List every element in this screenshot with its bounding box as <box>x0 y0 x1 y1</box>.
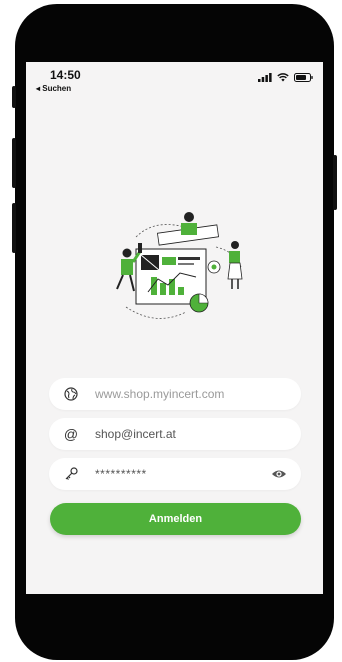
cellular-signal-icon <box>258 73 272 82</box>
eye-icon[interactable] <box>271 467 287 481</box>
email-input[interactable] <box>93 426 267 442</box>
power-button <box>333 155 337 210</box>
back-to-app-link[interactable]: ◂ Suchen <box>36 84 71 93</box>
key-icon <box>63 466 79 482</box>
globe-icon <box>63 386 79 402</box>
password-input[interactable] <box>93 466 267 482</box>
login-button[interactable]: Anmelden <box>50 503 301 535</box>
clock: 14:50 <box>50 68 81 82</box>
password-field[interactable] <box>49 458 301 490</box>
volume-down-button <box>12 203 16 253</box>
shop-url-input[interactable] <box>93 386 267 402</box>
email-field[interactable]: @ <box>49 418 301 450</box>
shop-url-field[interactable] <box>49 378 301 410</box>
at-icon: @ <box>63 426 79 442</box>
volume-up-button <box>12 138 16 188</box>
team-dashboard-illustration <box>116 212 243 319</box>
wifi-icon <box>277 73 289 82</box>
system-icons <box>258 73 313 82</box>
battery-icon <box>294 73 313 82</box>
mute-switch <box>12 86 16 108</box>
status-bar: 14:50 ◂ Suchen <box>26 62 323 102</box>
app-screen: 14:50 ◂ Suchen www.shop.myincert.com @ s… <box>26 62 323 594</box>
